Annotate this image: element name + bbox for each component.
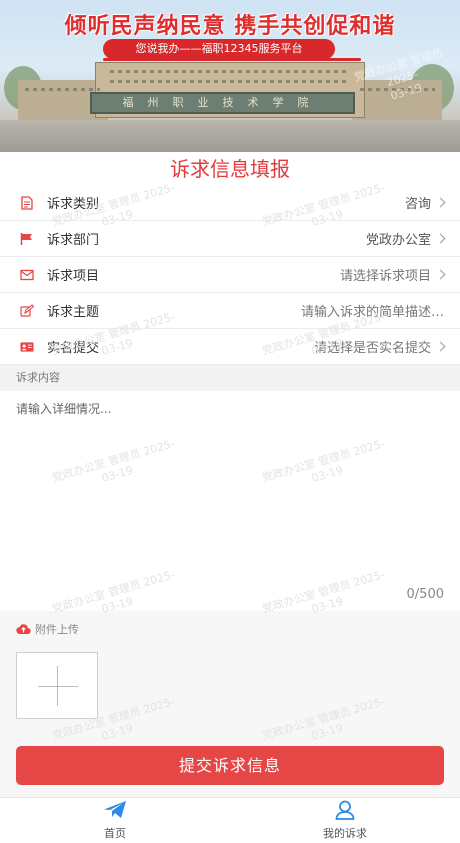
- project-value: 请选择诉求项目: [339, 269, 431, 284]
- building-windows: [25, 88, 100, 91]
- content-section-label: 诉求内容: [0, 365, 460, 391]
- nav-my-requests-label: 我的诉求: [323, 827, 367, 840]
- chevron-right-icon: [435, 233, 446, 244]
- nav-home[interactable]: 首页: [0, 798, 230, 843]
- chevron-right-icon: [435, 197, 446, 208]
- mail-icon: [20, 268, 34, 282]
- subject-input[interactable]: 请输入诉求的简单描述…: [301, 301, 444, 320]
- page-title: 诉求信息填报: [170, 157, 290, 181]
- department-row[interactable]: 诉求部门 党政办公室: [0, 221, 460, 257]
- content-placeholder: 请输入详细情况...: [16, 402, 112, 416]
- building-windows: [110, 80, 350, 83]
- project-label: 诉求项目: [47, 269, 100, 284]
- flag-icon: [20, 232, 34, 246]
- cloud-upload-icon: [16, 620, 31, 639]
- building-wing-right: [352, 80, 442, 120]
- building-windows: [360, 88, 435, 91]
- category-label: 诉求类别: [47, 197, 100, 212]
- form-list: 诉求类别 咨询 诉求部门 党政办公室 诉求项目 请选择诉求项目 诉求主题 请输入…: [0, 185, 460, 365]
- user-icon: [334, 800, 356, 824]
- plus-icon: [38, 686, 78, 687]
- bottom-nav: 首页 我的诉求: [0, 797, 460, 843]
- edit-icon: [20, 303, 34, 318]
- nav-home-label: 首页: [104, 827, 126, 840]
- header-banner: 福州职业技术学院 倾听民声纳民意 携手共创促和谐 您说我办——福职12345服务…: [0, 0, 460, 152]
- department-label: 诉求部门: [47, 233, 100, 248]
- attachment-label: 附件上传: [35, 623, 79, 636]
- chevron-right-icon: [435, 341, 446, 352]
- id-card-icon: [20, 340, 34, 354]
- add-attachment-button[interactable]: [16, 652, 98, 719]
- submit-area: 提交诉求信息: [0, 737, 460, 797]
- banner-slogan: 倾听民声纳民意 携手共创促和谐: [64, 14, 396, 39]
- banner-subtitle: 您说我办——福职12345服务平台: [103, 39, 335, 59]
- chevron-right-icon: [435, 269, 446, 280]
- category-value: 咨询: [404, 197, 431, 212]
- campus-plaque: 福州职业技术学院: [90, 92, 355, 114]
- subject-label: 诉求主题: [47, 305, 100, 320]
- attachment-area: [0, 647, 460, 737]
- subject-row[interactable]: 诉求主题 请输入诉求的简单描述…: [0, 293, 460, 329]
- paper-plane-icon: [102, 800, 128, 824]
- category-row[interactable]: 诉求类别 咨询: [0, 185, 460, 221]
- content-textarea[interactable]: 请输入详细情况... 0/500: [0, 391, 460, 611]
- project-row[interactable]: 诉求项目 请选择诉求项目: [0, 257, 460, 293]
- ground: [0, 120, 460, 152]
- nav-my-requests[interactable]: 我的诉求: [230, 798, 460, 843]
- realname-value: 请选择是否实名提交: [313, 341, 431, 356]
- department-value: 党政办公室: [365, 233, 431, 248]
- attachment-header: 附件上传: [0, 611, 460, 647]
- submit-button[interactable]: 提交诉求信息: [16, 746, 444, 785]
- plus-icon: [57, 666, 58, 706]
- char-counter: 0/500: [406, 587, 444, 602]
- realname-label: 实名提交: [47, 341, 100, 356]
- building-windows: [110, 70, 350, 73]
- realname-row[interactable]: 实名提交 请选择是否实名提交: [0, 329, 460, 365]
- document-icon: [20, 195, 34, 210]
